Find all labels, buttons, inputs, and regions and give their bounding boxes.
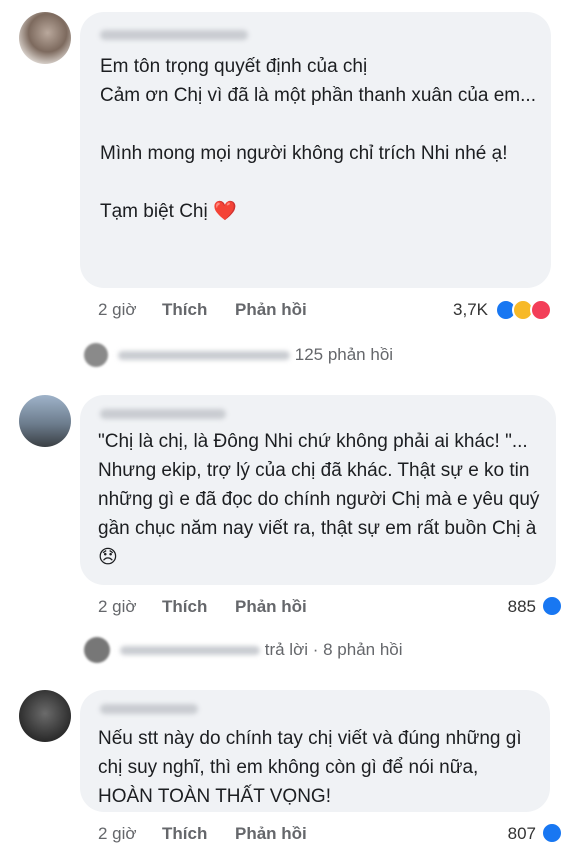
comment-text: "Chị là chị, là Đông Nhi chứ không phải … [98,431,540,568]
comment-bubble: Nếu stt này do chính tay chị viết và đún… [80,690,550,812]
like-reaction-icon [541,822,563,844]
avatar[interactable] [19,395,71,447]
like-button[interactable]: Thích [162,597,207,617]
reply-avatar[interactable] [84,343,108,367]
reply-author-blurred [118,351,290,361]
comment-bubble: Em tôn trọng quyết định của chị Cảm ơn C… [80,12,551,288]
comment-time[interactable]: 2 giờ [98,824,137,844]
like-button[interactable]: Thích [162,300,207,320]
heart-emoji: ❤️ [212,201,237,222]
author-name-blurred[interactable] [100,409,226,419]
reaction-count[interactable]: 807 [480,824,536,844]
view-replies-link[interactable]: trả lời · 8 phản hồi [120,640,403,660]
love-reaction-icon [530,299,552,321]
comment-text: Em tôn trọng quyết định của chị Cảm ơn C… [100,56,536,222]
comment-text: Nếu stt này do chính tay chị viết và đún… [98,728,522,807]
reply-author-blurred [120,646,260,656]
reply-button[interactable]: Phản hồi [235,300,307,320]
like-reaction-icon [541,595,563,617]
author-name-blurred[interactable] [100,30,248,40]
reply-button[interactable]: Phản hồi [235,597,307,617]
reaction-count[interactable]: 3,7K [440,300,488,320]
reaction-count[interactable]: 885 [480,597,536,617]
like-button[interactable]: Thích [162,824,207,844]
comment-time[interactable]: 2 giờ [98,597,137,617]
author-name-blurred[interactable] [100,704,198,714]
avatar[interactable] [19,690,71,742]
avatar[interactable] [19,12,71,64]
reply-avatar[interactable] [84,637,110,663]
comment-time[interactable]: 2 giờ [98,300,137,320]
comment-bubble: "Chị là chị, là Đông Nhi chứ không phải … [80,395,556,585]
reply-button[interactable]: Phản hồi [235,824,307,844]
sad-emoji: 😞 [98,547,118,568]
view-replies-link[interactable]: 125 phản hồi [118,345,393,365]
